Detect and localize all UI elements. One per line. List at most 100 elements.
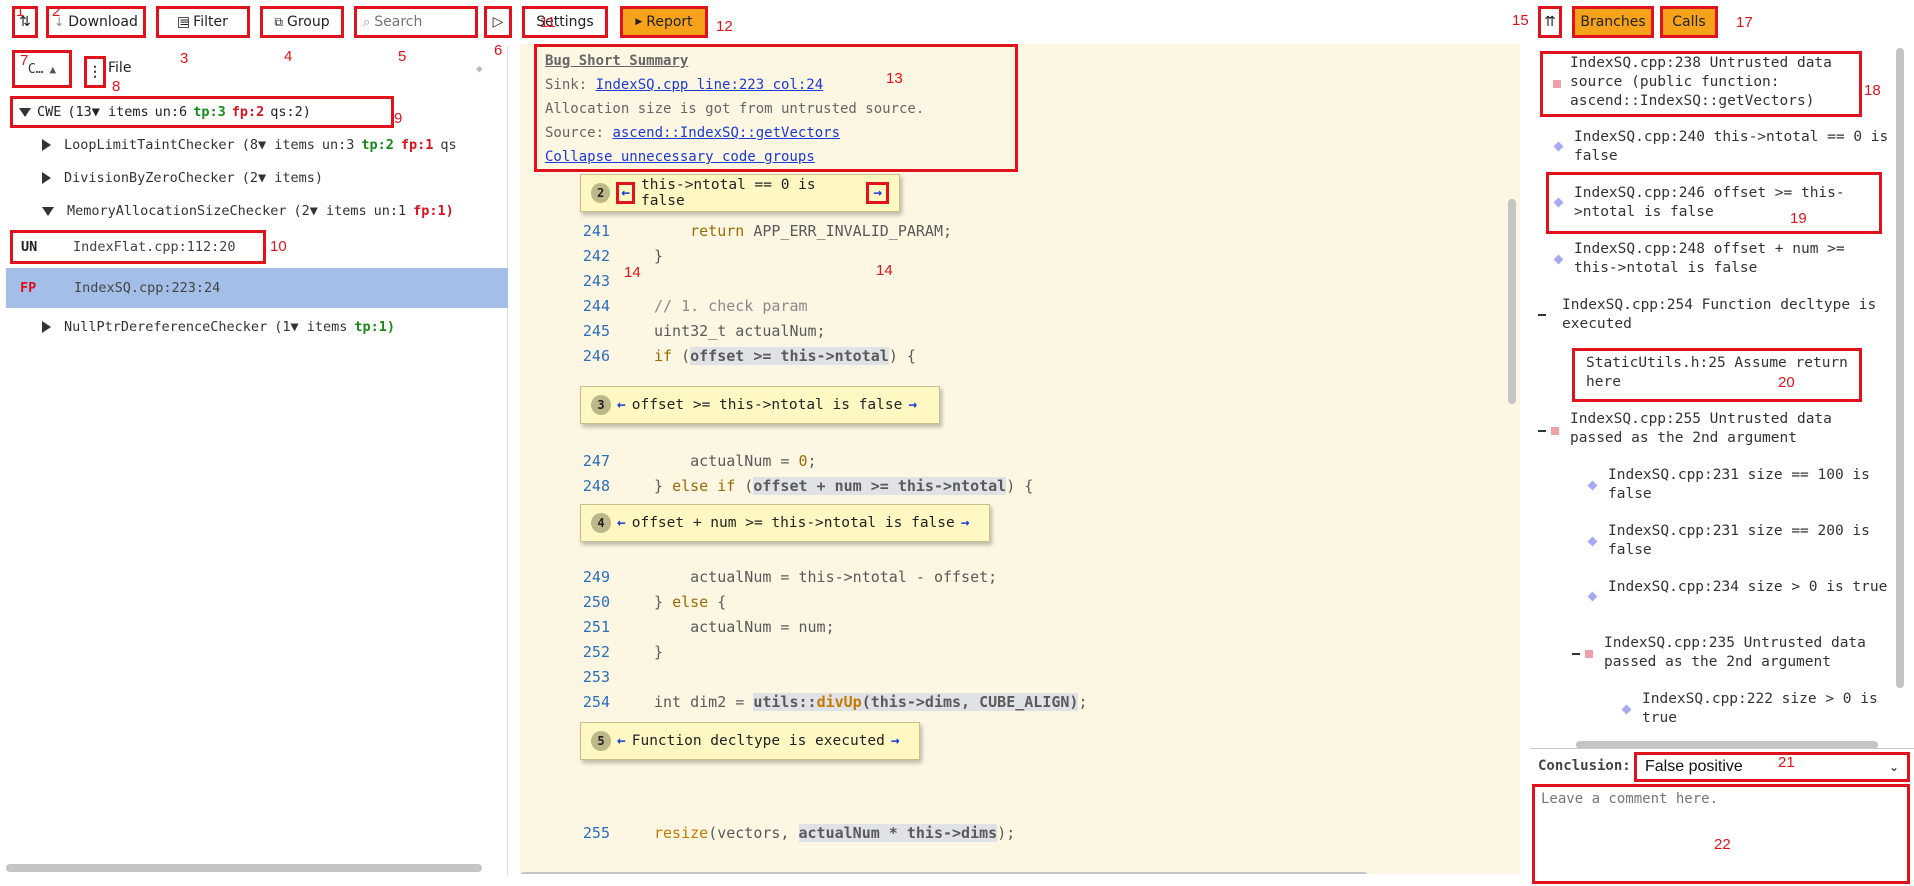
result-row-selected[interactable]: FP IndexSQ.cpp:223:24	[6, 268, 508, 308]
condition-icon	[1587, 536, 1598, 547]
trace-event[interactable]: IndexSQ.cpp:240 this->ntotal == 0 is fal…	[1574, 128, 1894, 166]
next-step-arrow[interactable]: →	[891, 733, 900, 749]
collapse-code-groups-link[interactable]: Collapse unnecessary code groups	[545, 149, 815, 165]
download-button[interactable]: ↓ Download	[46, 6, 146, 38]
column-menu-button[interactable]: ⋮	[84, 56, 106, 88]
annotation-label: 15	[1512, 12, 1529, 29]
settings-button[interactable]: Settings	[522, 6, 608, 38]
calls-tab[interactable]: Calls	[1660, 6, 1718, 38]
prev-step-arrow[interactable]: ←	[617, 733, 626, 749]
line-number: 247	[582, 452, 610, 470]
comment-field[interactable]	[1541, 791, 1901, 877]
conclusion-select[interactable]: False positive ⌄	[1634, 752, 1910, 782]
annotation-label: 3	[180, 50, 189, 67]
code-line: actualNum = 0;	[654, 452, 817, 470]
annotation-label: 2	[52, 3, 61, 20]
divider	[1530, 748, 1914, 749]
annotation-label: 19	[1790, 210, 1807, 227]
annotation-label: 4	[284, 48, 293, 65]
trace-event[interactable]: IndexSQ.cpp:255 Untrusted data passed as…	[1570, 410, 1870, 448]
line-number: 241	[582, 222, 610, 240]
code-line: // 1. check param	[654, 297, 808, 315]
next-step-arrow[interactable]: →	[961, 515, 970, 531]
condition-icon	[1587, 480, 1598, 491]
line-number: 242	[582, 247, 610, 265]
line-number: 249	[582, 568, 610, 586]
search-icon: ⌕	[363, 14, 371, 30]
prev-step-arrow[interactable]: ←	[616, 182, 636, 204]
checker-row-nullptr[interactable]: NullPtrDereferenceChecker (1▼ items tp:1…	[42, 312, 395, 342]
trace-event[interactable]: IndexSQ.cpp:238 Untrusted data source (p…	[1570, 54, 1850, 111]
bug-summary-title[interactable]: Bug Short Summary	[545, 49, 1007, 73]
vertical-scrollbar[interactable]	[1896, 48, 1904, 688]
annotation-label: 17	[1736, 14, 1753, 31]
annotation-label: 5	[398, 48, 407, 65]
code-line: }	[654, 643, 664, 661]
horizontal-scrollbar[interactable]	[6, 864, 482, 872]
annotation-label: 22	[1714, 836, 1731, 853]
code-line: if (offset >= this->ntotal) {	[654, 347, 916, 365]
code-line: }	[654, 247, 664, 265]
collapse-icon	[42, 321, 51, 333]
collapse-toggle-icon[interactable]	[1538, 430, 1546, 432]
checker-row-divzero[interactable]: DivisionByZeroChecker (2▼ items)	[42, 163, 323, 193]
search-input[interactable]	[374, 14, 465, 30]
report-button[interactable]: ▶ Report	[620, 6, 708, 38]
trace-event[interactable]: IndexSQ.cpp:222 size > 0 is true	[1642, 690, 1892, 728]
source-link[interactable]: ascend::IndexSQ::getVectors	[612, 125, 840, 141]
trace-event[interactable]: IndexSQ.cpp:248 offset + num >= this->nt…	[1574, 240, 1894, 278]
trace-event[interactable]: IndexSQ.cpp:246 offset >= this->ntotal i…	[1574, 184, 1874, 222]
horizontal-scrollbar[interactable]	[520, 872, 1368, 874]
column-file-header[interactable]: File	[108, 60, 131, 76]
collapse-toggle-icon[interactable]	[1538, 314, 1546, 316]
trace-event[interactable]: IndexSQ.cpp:254 Function decltype is exe…	[1562, 296, 1902, 334]
taint-source-icon	[1585, 650, 1593, 658]
code-line: actualNum = num;	[654, 618, 835, 636]
group-row-cwe[interactable]: CWE (13▼ items un:6 tp:3 fp:2 qs:2)	[10, 96, 394, 128]
condition-icon	[1621, 704, 1632, 715]
step-number: 3	[591, 395, 611, 415]
column-resize-icon[interactable]: ◆	[476, 62, 483, 75]
collapse-toggle-icon[interactable]	[1572, 653, 1580, 655]
sort-asc-icon: ▲	[49, 62, 57, 76]
branches-tab[interactable]: Branches	[1572, 6, 1654, 38]
line-number: 251	[582, 618, 610, 636]
checker-row-memalloc[interactable]: MemoryAllocationSizeChecker (2▼ items un…	[42, 196, 454, 226]
filter-button[interactable]: ≡ Filter	[156, 6, 250, 38]
code-line: resize(vectors, actualNum * this->dims);	[654, 824, 1016, 842]
trace-event[interactable]: IndexSQ.cpp:231 size == 200 is false	[1608, 522, 1898, 560]
collapse-icon	[42, 139, 51, 151]
group-button[interactable]: ⧉ Group	[260, 6, 344, 38]
trace-event[interactable]: IndexSQ.cpp:235 Untrusted data passed as…	[1604, 634, 1894, 672]
line-number: 243	[582, 272, 610, 290]
annotation-label: 13	[886, 70, 903, 87]
report-icon: ▶	[635, 17, 643, 27]
vertical-scrollbar[interactable]	[1508, 199, 1516, 404]
condition-icon	[1587, 591, 1598, 602]
checker-row-looplimit[interactable]: LoopLimitTaintChecker (8▼ items un:3 tp:…	[42, 130, 457, 160]
search-box[interactable]: ⌕	[354, 6, 478, 38]
annotation-label: 8	[112, 78, 121, 95]
next-step-arrow[interactable]: →	[908, 397, 917, 413]
annotation-label: 18	[1864, 82, 1881, 99]
run-button[interactable]: ▷	[484, 6, 512, 38]
sink-link[interactable]: IndexSQ.cpp line:223 col:24	[596, 77, 824, 93]
trace-event[interactable]: StaticUtils.h:25 Assume return here	[1586, 354, 1852, 392]
line-number: 245	[582, 322, 610, 340]
comment-box[interactable]	[1532, 784, 1910, 884]
trace-step-bubble: 2 ← this->ntotal == 0 is false →	[580, 174, 900, 212]
bug-summary-box: Bug Short Summary Sink: IndexSQ.cpp line…	[534, 44, 1018, 172]
code-line: actualNum = this->ntotal - offset;	[654, 568, 998, 586]
trace-event[interactable]: IndexSQ.cpp:234 size > 0 is true	[1608, 578, 1898, 597]
prev-step-arrow[interactable]: ←	[617, 515, 626, 531]
conclusion-label: Conclusion:	[1538, 758, 1631, 774]
expand-icon	[42, 206, 54, 216]
trace-event[interactable]: IndexSQ.cpp:231 size == 100 is false	[1608, 466, 1898, 504]
annotation-label: 14	[624, 264, 641, 281]
next-step-arrow[interactable]: →	[866, 182, 889, 204]
prev-step-arrow[interactable]: ←	[617, 397, 626, 413]
collapse-all-button[interactable]: ⇈	[1538, 6, 1562, 38]
line-number: 254	[582, 693, 610, 711]
annotation-label: 6	[494, 42, 503, 59]
result-row[interactable]: UN IndexFlat.cpp:112:20	[10, 230, 266, 264]
